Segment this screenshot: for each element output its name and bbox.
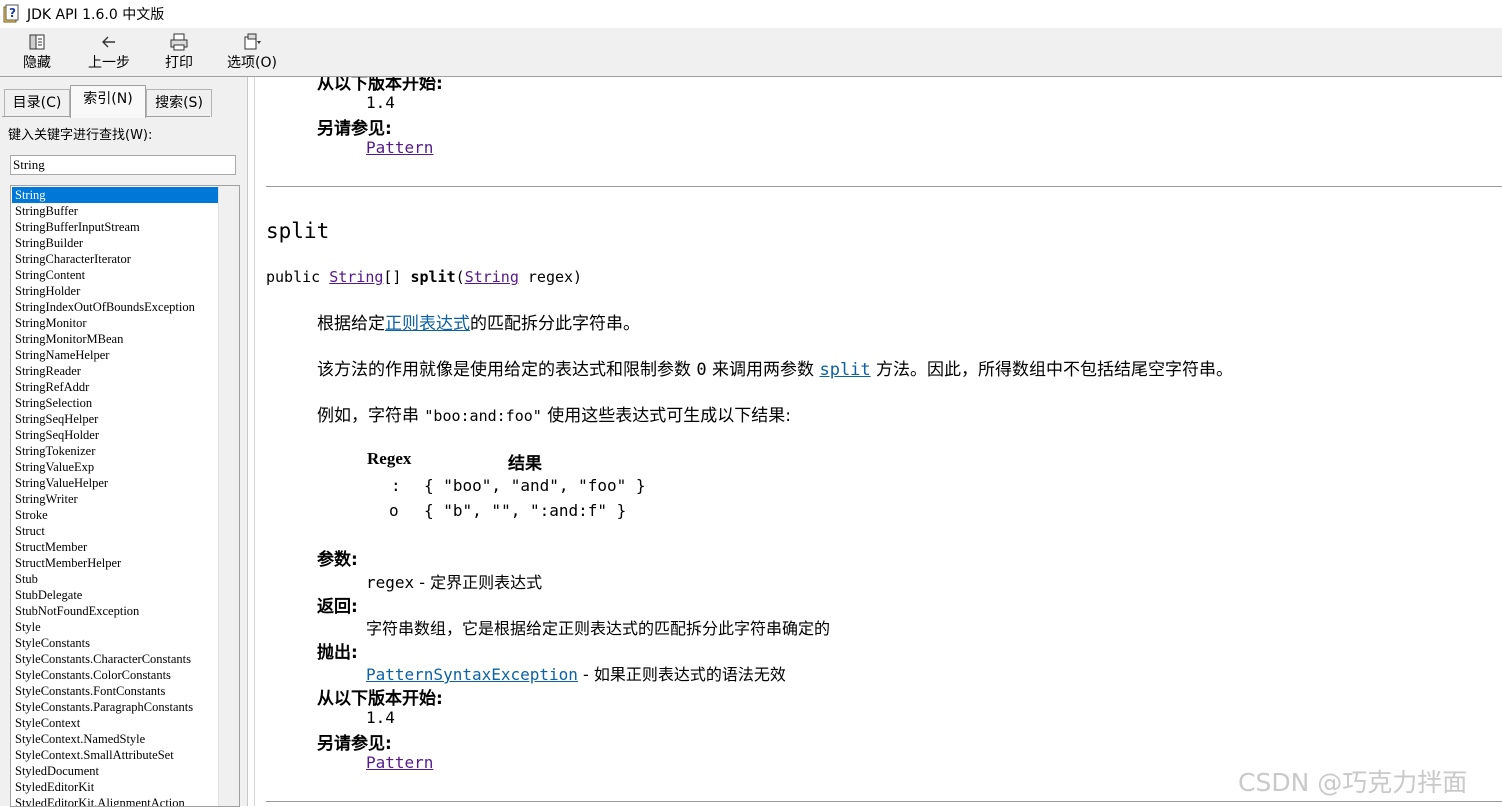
list-item[interactable]: Stub [12, 571, 218, 587]
tab-contents[interactable]: 目录(C) [4, 89, 70, 117]
list-item[interactable]: StubNotFoundException [12, 603, 218, 619]
toolbar: 隐藏 上一步 打印 选项(O) [0, 28, 1502, 76]
tab-index[interactable]: 索引(N) [70, 85, 146, 118]
list-item[interactable]: StyledDocument [12, 763, 218, 779]
print-button[interactable]: 打印 [162, 28, 196, 76]
throws-desc: PatternSyntaxException - 如果正则表达式的语法无效 [366, 665, 786, 684]
separator-bottom [266, 801, 1502, 802]
list-item[interactable]: StringTokenizer [12, 443, 218, 459]
param-type-link[interactable]: String [465, 268, 519, 286]
since-value: 1.4 [366, 708, 395, 727]
list-item[interactable]: StructMemberHelper [12, 555, 218, 571]
tab-search[interactable]: 搜索(S) [146, 89, 212, 117]
index-items: String StringBuffer StringBufferInputStrea… [12, 187, 218, 806]
print-icon [169, 32, 189, 52]
see-also-label: 另请参见: [317, 734, 392, 754]
list-item[interactable]: StringNameHelper [12, 347, 218, 363]
list-scrollbar[interactable] [218, 186, 239, 806]
content-pane: 从以下版本开始: 1.4 另请参见: Pattern split public … [256, 77, 1502, 806]
method-signature: public String[] split(String regex) [266, 268, 583, 286]
list-item[interactable]: StringValueExp [12, 459, 218, 475]
list-item[interactable]: String [12, 187, 218, 203]
svg-text:?: ? [9, 6, 16, 20]
since-label: 从以下版本开始: [317, 689, 443, 709]
table-header-result: 结果 [508, 454, 542, 474]
list-item[interactable]: StringBufferInputStream [12, 219, 218, 235]
options-button[interactable]: 选项(O) [224, 28, 280, 76]
help-book-icon: ? [3, 4, 21, 24]
list-item[interactable]: StyleContext [12, 715, 218, 731]
params-label: 参数: [317, 550, 358, 570]
separator-top [266, 186, 1502, 187]
table-row-1-regex: : [391, 476, 401, 495]
list-item[interactable]: StringHolder [12, 283, 218, 299]
list-item[interactable]: StringContent [12, 267, 218, 283]
list-item[interactable]: StyleContext.SmallAttributeSet [12, 747, 218, 763]
top-pattern-link[interactable]: Pattern [366, 138, 433, 157]
top-since-value: 1.4 [366, 93, 395, 112]
list-item[interactable]: StringBuilder [12, 235, 218, 251]
list-item[interactable]: StringSeqHelper [12, 411, 218, 427]
table-row-2-regex: o [389, 501, 399, 520]
splitter[interactable] [254, 77, 255, 806]
list-item[interactable]: StyleContext.NamedStyle [12, 731, 218, 747]
list-item[interactable]: StringIndexOutOfBoundsException [12, 299, 218, 315]
list-item[interactable]: StructMember [12, 539, 218, 555]
list-item[interactable]: StyleConstants.ColorConstants [12, 667, 218, 683]
table-row-2-result: { "b", "", ":and:f" } [424, 501, 627, 520]
params-desc: regex - 定界正则表达式 [366, 573, 543, 592]
list-item[interactable]: StringSeqHolder [12, 427, 218, 443]
list-item[interactable]: Style [12, 619, 218, 635]
returns-label: 返回: [317, 597, 358, 617]
list-item[interactable]: StringSelection [12, 395, 218, 411]
hide-button[interactable]: 隐藏 [20, 28, 54, 76]
regex-link[interactable]: 正则表达式 [385, 314, 470, 334]
top-since-label: 从以下版本开始: [317, 77, 443, 94]
returns-desc: 字符串数组，它是根据给定正则表达式的匹配拆分此字符串确定的 [366, 619, 831, 638]
list-item[interactable]: Stroke [12, 507, 218, 523]
list-item[interactable]: StyleConstants.FontConstants [12, 683, 218, 699]
top-see-also-label: 另请参见: [317, 119, 392, 139]
keyword-label: 键入关键字进行查找(W): [8, 128, 153, 143]
index-list[interactable]: String StringBuffer StringBufferInputStrea… [10, 185, 240, 807]
list-item[interactable]: StyleConstants.ParagraphConstants [12, 699, 218, 715]
list-item[interactable]: StyledEditorKit.AlignmentAction [12, 795, 218, 806]
method-heading: split [266, 219, 330, 243]
table-row-1-result: { "boo", "and", "foo" } [424, 476, 646, 495]
description-para-1: 根据给定正则表达式的匹配拆分此字符串。 [317, 314, 640, 334]
options-icon [242, 32, 262, 52]
list-item[interactable]: StringMonitorMBean [12, 331, 218, 347]
throws-label: 抛出: [317, 643, 358, 663]
description-para-2: 该方法的作用就像是使用给定的表达式和限制参数 0 来调用两参数 split 方法… [317, 360, 1234, 380]
list-item[interactable]: StringReader [12, 363, 218, 379]
title-bar: ? JDK API 1.6.0 中文版 [0, 0, 1502, 28]
list-item[interactable]: Struct [12, 523, 218, 539]
return-type-link[interactable]: String [329, 268, 383, 286]
list-item[interactable]: StringCharacterIterator [12, 251, 218, 267]
table-header-regex: Regex [367, 449, 412, 468]
pattern-link[interactable]: Pattern [366, 753, 433, 772]
list-item[interactable]: StubDelegate [12, 587, 218, 603]
back-button[interactable]: 上一步 [84, 28, 134, 76]
keyword-input[interactable] [10, 155, 236, 175]
list-item[interactable]: StringBuffer [12, 203, 218, 219]
back-arrow-icon [99, 32, 119, 52]
navigation-pane: 目录(C) 索引(N) 搜索(S) 键入关键字进行查找(W): String St… [0, 77, 248, 807]
description-para-3: 例如，字符串 "boo:and:foo" 使用这些表达式可生成以下结果: [317, 406, 791, 426]
watermark: CSDN @巧克力拌面 [1238, 768, 1468, 797]
list-item[interactable]: StringRefAddr [12, 379, 218, 395]
pattern-syntax-exception-link[interactable]: PatternSyntaxException [366, 665, 578, 684]
window-title: JDK API 1.6.0 中文版 [27, 7, 165, 23]
index-panel: 键入关键字进行查找(W): StringStringBufferStringBu… [2, 117, 244, 807]
hide-icon [27, 32, 47, 52]
list-item[interactable]: StyleConstants [12, 635, 218, 651]
list-item[interactable]: StringMonitor [12, 315, 218, 331]
list-item[interactable]: StringValueHelper [12, 475, 218, 491]
list-item[interactable]: StringWriter [12, 491, 218, 507]
split-link[interactable]: split [819, 360, 870, 380]
list-item[interactable]: StyledEditorKit [12, 779, 218, 795]
list-item[interactable]: StyleConstants.CharacterConstants [12, 651, 218, 667]
